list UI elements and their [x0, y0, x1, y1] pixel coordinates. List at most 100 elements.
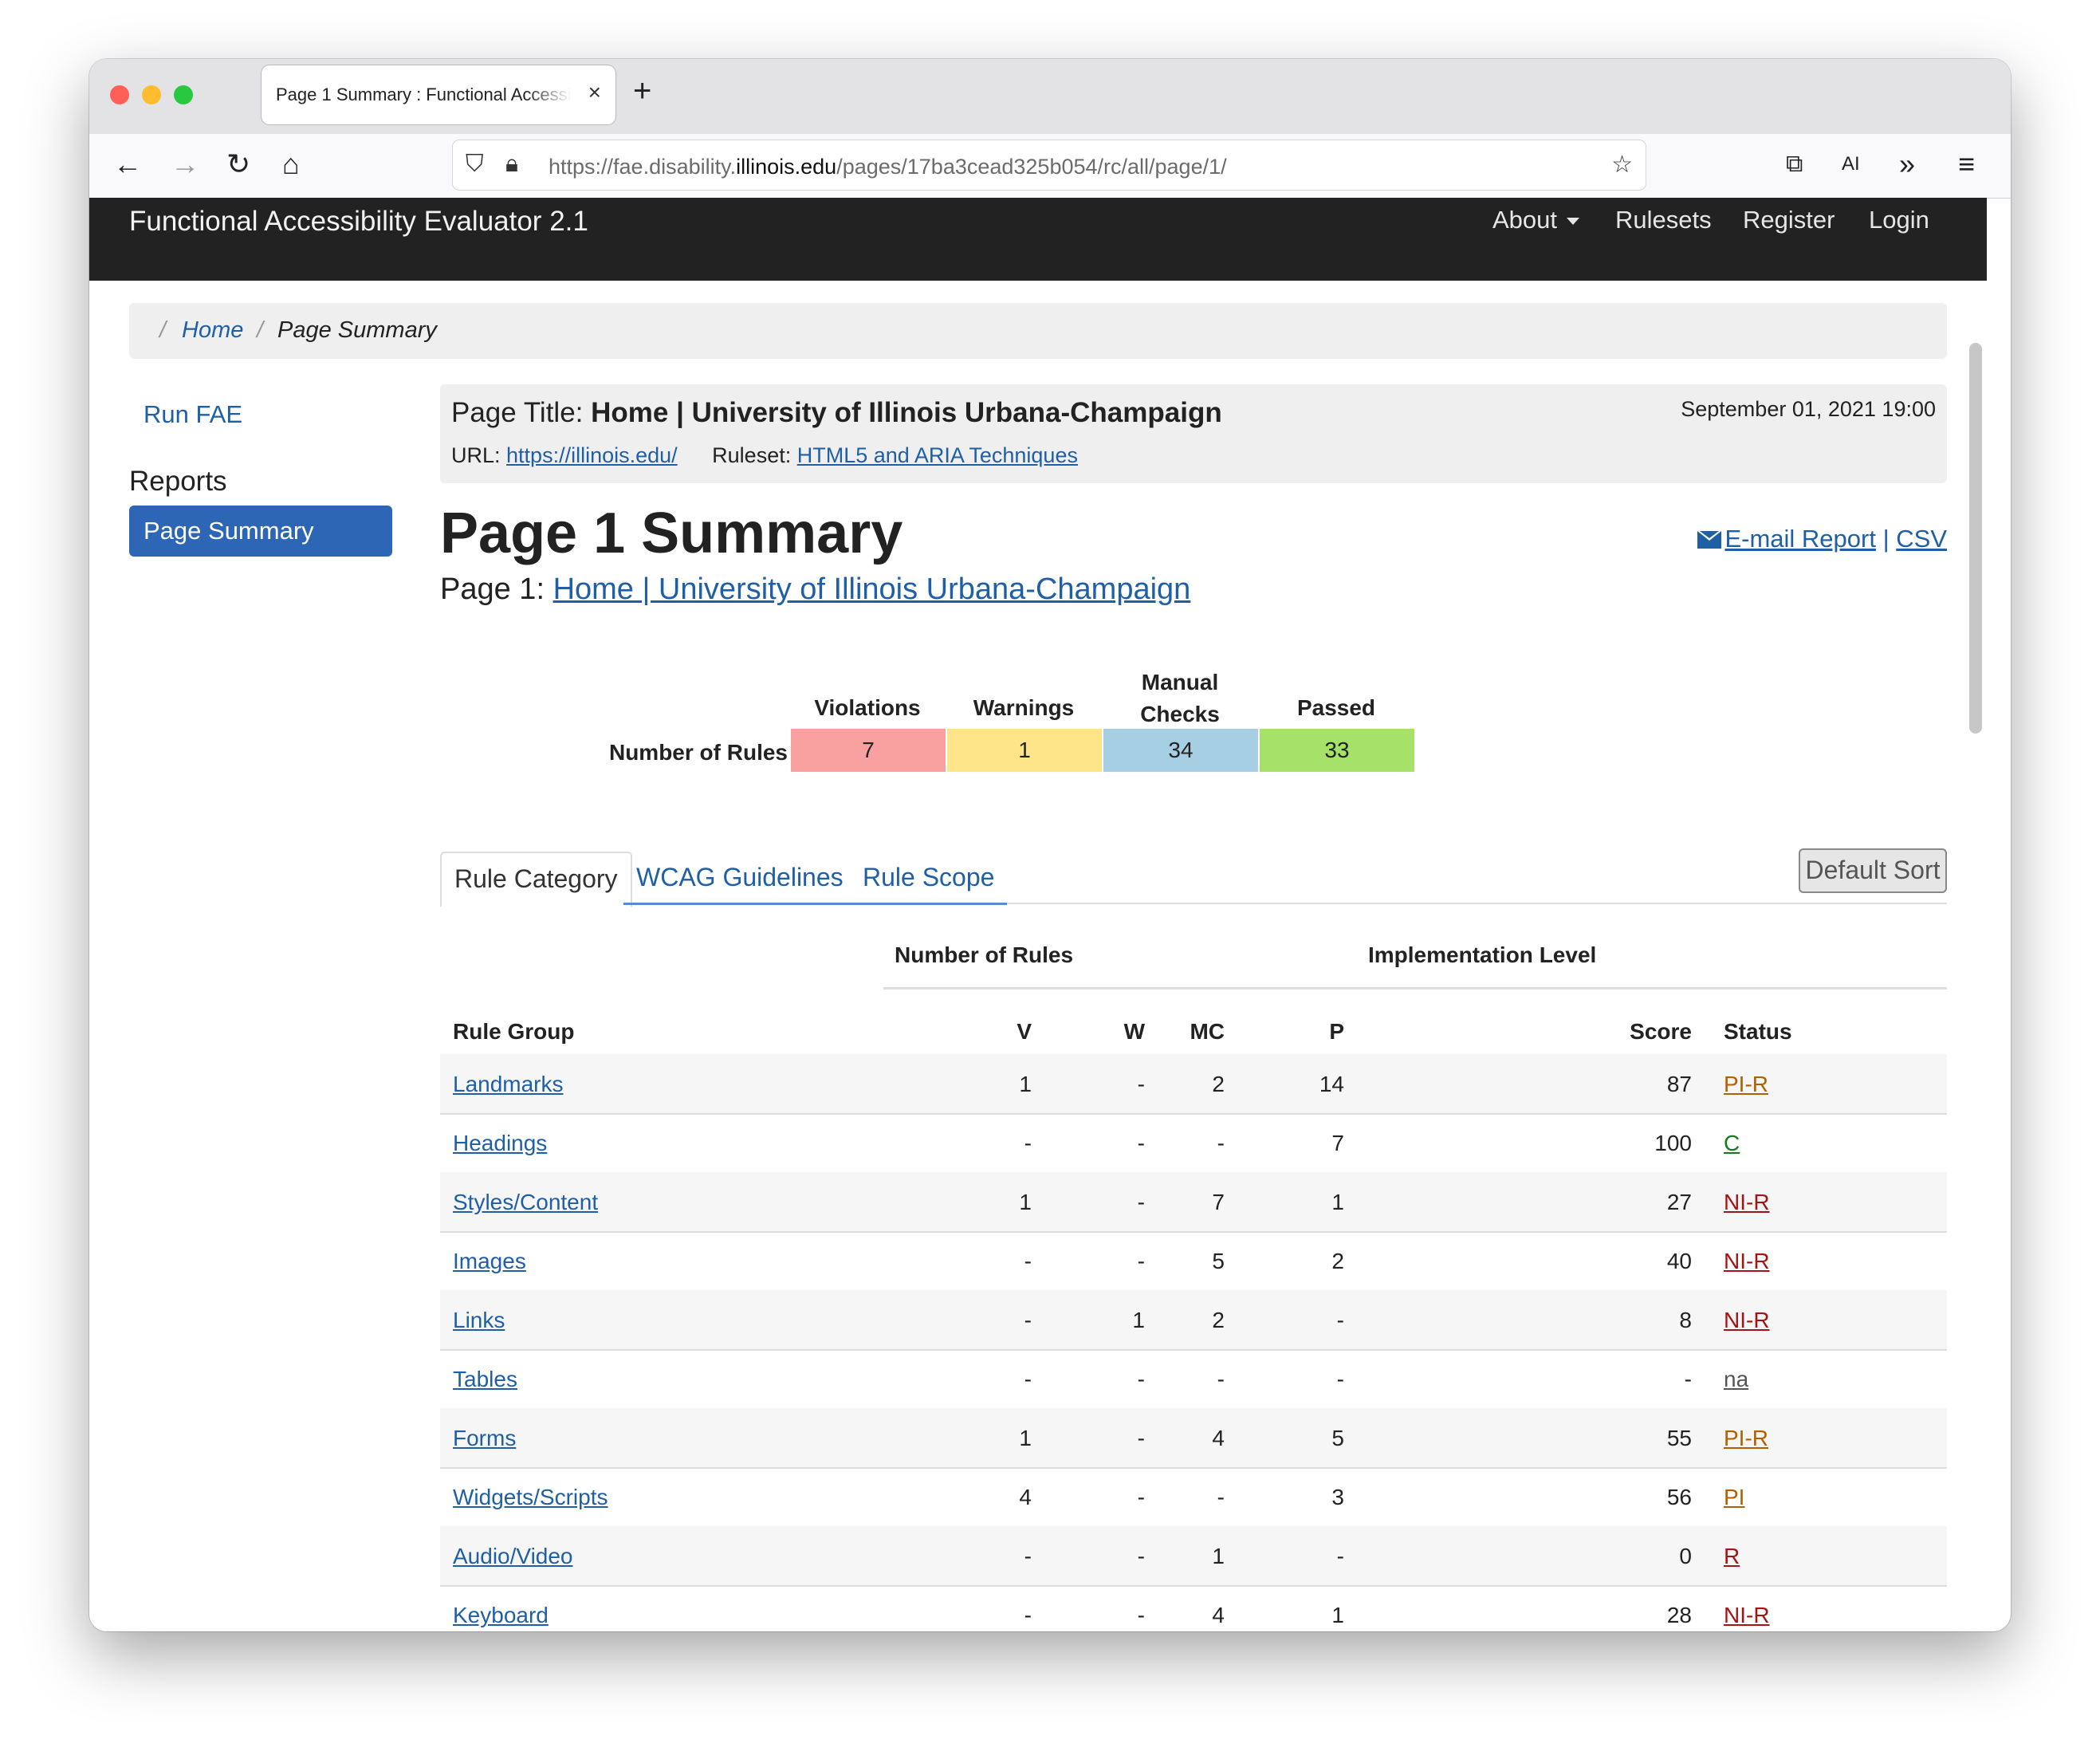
violations-cell: -	[1024, 1308, 1032, 1332]
email-report-link[interactable]: E-mail Report	[1697, 525, 1876, 553]
tab-rule-category[interactable]: Rule Category	[440, 852, 632, 907]
warnings-cell: -	[1137, 1190, 1145, 1214]
status-link[interactable]: NI-R	[1724, 1190, 1770, 1215]
page-info-box: Page Title: Home | University of Illinoi…	[440, 384, 1947, 483]
close-window-button[interactable]	[110, 85, 129, 104]
summary-header-violations: Violations	[814, 695, 921, 720]
breadcrumb-separator: /	[159, 317, 167, 343]
reload-icon[interactable]: ↻	[226, 148, 250, 180]
site-brand[interactable]: Functional Accessibility Evaluator 2.1	[129, 206, 588, 238]
warnings-cell: -	[1137, 1072, 1145, 1096]
bookmark-star-icon[interactable]: ☆	[1611, 151, 1633, 179]
rule-group-link[interactable]: Audio/Video	[453, 1544, 573, 1569]
sidebar-run-fae[interactable]: Run FAE	[144, 400, 242, 429]
default-sort-button[interactable]: Default Sort	[1799, 848, 1947, 893]
rule-group-link[interactable]: Tables	[453, 1367, 517, 1392]
address-bar[interactable]: ⛉ 🔒︎ https://fae.disability.illinois.edu…	[453, 140, 1646, 190]
manual-checks-count: 34	[1103, 729, 1258, 772]
ruleset-link[interactable]: HTML5 and ARIA Techniques	[797, 443, 1078, 467]
summary-header-warnings: Warnings	[973, 695, 1075, 720]
passed-cell: -	[1336, 1544, 1344, 1568]
status-link[interactable]: PI-R	[1724, 1426, 1768, 1451]
home-icon[interactable]: ⌂	[282, 148, 300, 180]
url-ruleset-line: URL: https://illinois.edu/ Ruleset: HTML…	[451, 443, 1078, 467]
manual-checks-cell: 5	[1212, 1249, 1225, 1273]
violations-cell: 4	[1019, 1485, 1032, 1509]
csv-link[interactable]: CSV	[1896, 525, 1947, 553]
tab-wcag-guidelines[interactable]: WCAG Guidelines	[623, 852, 856, 905]
table-row: Headings - - - 7 100 C	[440, 1113, 1947, 1174]
manual-checks-cell: 2	[1212, 1308, 1225, 1332]
nav-register[interactable]: Register	[1743, 206, 1835, 234]
back-icon[interactable]: ←	[113, 148, 142, 180]
tab-rule-scope[interactable]: Rule Scope	[850, 852, 1008, 905]
table-row: Tables - - - - - na	[440, 1349, 1947, 1410]
page-url-link[interactable]: https://illinois.edu/	[506, 443, 678, 467]
lock-icon[interactable]: 🔒︎	[505, 151, 518, 178]
maximize-window-button[interactable]	[174, 85, 193, 104]
table-row: Links - 1 2 - 8 NI-R	[440, 1290, 1947, 1351]
col-p[interactable]: P	[1329, 1019, 1344, 1045]
nav-login[interactable]: Login	[1869, 206, 1929, 234]
browser-tab[interactable]: Page 1 Summary : Functional Accessibilit…	[262, 65, 615, 124]
nav-about[interactable]: About	[1492, 206, 1580, 234]
rule-group-link[interactable]: Landmarks	[453, 1072, 564, 1097]
minimize-window-button[interactable]	[142, 85, 161, 104]
warnings-cell: -	[1137, 1367, 1145, 1391]
col-w[interactable]: W	[1124, 1019, 1145, 1045]
nav-rulesets[interactable]: Rulesets	[1615, 206, 1712, 234]
score-cell: -	[1684, 1367, 1692, 1391]
col-status[interactable]: Status	[1724, 1019, 1792, 1045]
translate-icon[interactable]: ⧉	[1786, 148, 1803, 180]
warnings-cell: -	[1137, 1131, 1145, 1155]
ai-icon[interactable]: AI	[1842, 148, 1860, 180]
tab-title: Page 1 Summary : Functional Accessibilit…	[276, 85, 571, 104]
col-mc[interactable]: MC	[1190, 1019, 1225, 1045]
status-link[interactable]: PI	[1724, 1485, 1744, 1510]
status-link[interactable]: NI-R	[1724, 1308, 1770, 1333]
status-link[interactable]: R	[1724, 1544, 1740, 1569]
status-link[interactable]: PI-R	[1724, 1072, 1768, 1097]
col-rule-group[interactable]: Rule Group	[453, 1019, 574, 1045]
url-text[interactable]: https://fae.disability.illinois.edu/page…	[549, 155, 1227, 179]
rule-group-link[interactable]: Styles/Content	[453, 1190, 598, 1215]
score-cell: 28	[1666, 1603, 1692, 1627]
table-header-row: Rule Group V W MC P Score Status	[440, 1003, 1947, 1057]
forward-icon[interactable]: →	[171, 148, 199, 180]
status-link[interactable]: na	[1724, 1367, 1748, 1392]
new-tab-button[interactable]: +	[633, 73, 651, 109]
passed-cell: 5	[1331, 1426, 1344, 1450]
page-home-link[interactable]: Home | University of Illinois Urbana-Cha…	[553, 573, 1191, 606]
table-row: Widgets/Scripts 4 - - 3 56 PI	[440, 1467, 1947, 1528]
sidebar-reports-heading: Reports	[129, 466, 227, 497]
violations-cell: -	[1024, 1603, 1032, 1627]
violations-cell: 1	[1019, 1426, 1032, 1450]
overflow-icon[interactable]: »	[1899, 148, 1915, 180]
close-tab-icon[interactable]: ×	[588, 80, 601, 105]
sidebar-item-page-summary[interactable]: Page Summary	[129, 506, 392, 557]
score-cell: 55	[1666, 1426, 1692, 1450]
rule-group-link[interactable]: Links	[453, 1308, 505, 1333]
rule-group-link[interactable]: Keyboard	[453, 1603, 549, 1628]
status-link[interactable]: C	[1724, 1131, 1740, 1156]
vertical-scrollbar[interactable]	[1969, 343, 1982, 734]
page-title-line: Page Title: Home | University of Illinoi…	[451, 397, 1222, 428]
status-link[interactable]: NI-R	[1724, 1603, 1770, 1628]
violations-count: 7	[791, 729, 946, 772]
warnings-cell: 1	[1132, 1308, 1145, 1332]
summary-row-label: Number of Rules	[608, 740, 788, 765]
rule-group-link[interactable]: Headings	[453, 1131, 547, 1156]
rule-group-link[interactable]: Widgets/Scripts	[453, 1485, 608, 1510]
col-v[interactable]: V	[1017, 1019, 1032, 1045]
breadcrumb-home[interactable]: Home	[182, 317, 243, 344]
warnings-cell: -	[1137, 1485, 1145, 1509]
rule-group-link[interactable]: Images	[453, 1249, 526, 1274]
col-score[interactable]: Score	[1630, 1019, 1692, 1045]
shield-icon[interactable]: ⛉	[466, 151, 484, 178]
status-link[interactable]: NI-R	[1724, 1249, 1770, 1274]
menu-icon[interactable]: ≡	[1958, 148, 1975, 180]
report-links: E-mail Report | CSV	[1697, 525, 1947, 553]
passed-cell: 1	[1331, 1603, 1344, 1627]
rule-group-link[interactable]: Forms	[453, 1426, 516, 1451]
summary-header-passed: Passed	[1296, 695, 1376, 720]
